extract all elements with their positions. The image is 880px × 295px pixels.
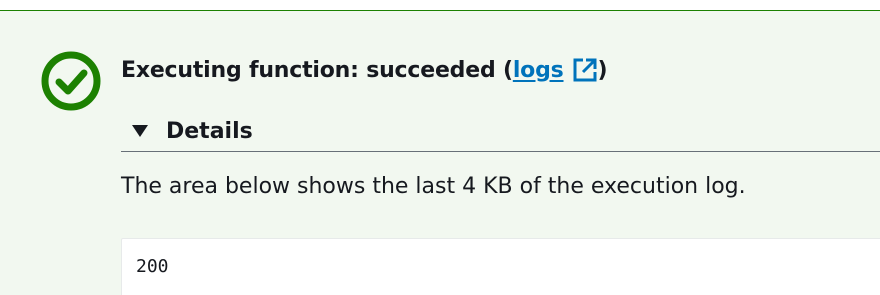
external-link-icon[interactable] bbox=[572, 57, 598, 83]
caret-down-icon[interactable] bbox=[130, 123, 150, 139]
check-circle-icon bbox=[39, 49, 103, 113]
log-output-area[interactable]: 200 bbox=[121, 238, 880, 295]
success-alert: Executing function: succeeded ( logs ) D… bbox=[0, 10, 880, 295]
log-output-text: 200 bbox=[136, 256, 169, 277]
logs-link-label[interactable]: logs bbox=[513, 58, 564, 83]
log-description: The area below shows the last 4 KB of th… bbox=[121, 174, 746, 199]
details-label[interactable]: Details bbox=[166, 119, 253, 144]
logs-link[interactable]: logs bbox=[513, 57, 598, 83]
details-toggle[interactable]: Details bbox=[130, 115, 253, 147]
alert-title: Executing function: succeeded ( logs ) bbox=[121, 55, 608, 85]
alert-title-suffix: ) bbox=[597, 57, 608, 83]
details-divider bbox=[121, 151, 880, 152]
alert-title-text: Executing function: succeeded ( bbox=[121, 57, 513, 83]
